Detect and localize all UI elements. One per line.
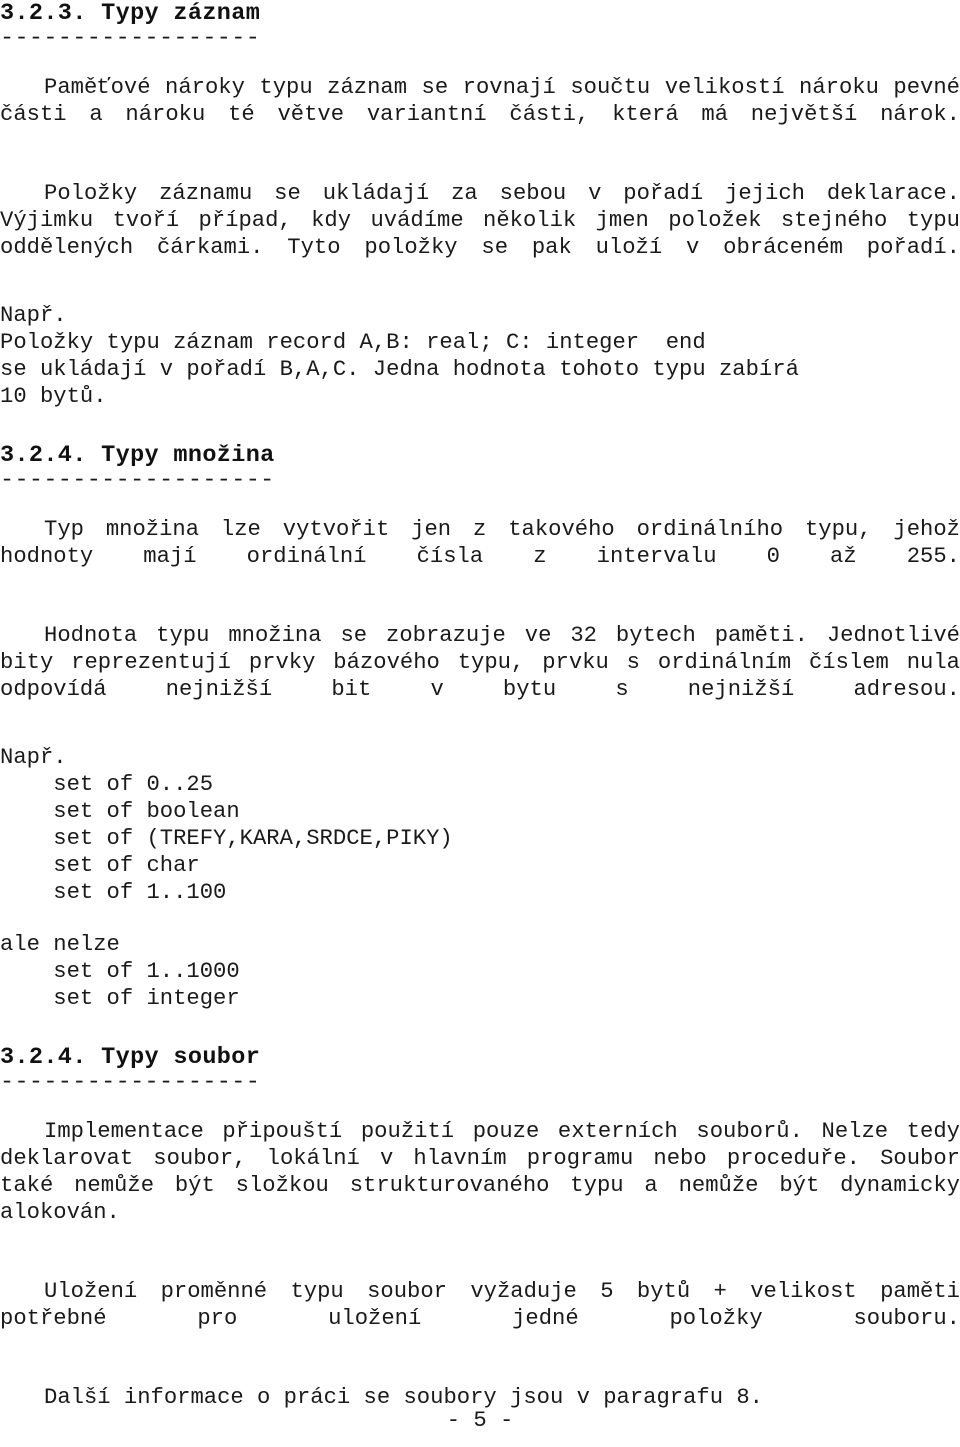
set-example-text: set of char [53,853,200,878]
set-example-line: set of integer [0,985,960,1012]
document-body: 3.2.3. Typy záznam ------------------ Pa… [0,0,960,1411]
set-example-line: set of 0..25 [0,771,960,798]
set-example-line: set of 1..100 [0,879,960,906]
section-heading: 3.2.4. Typy množina [0,442,275,469]
set-example-line: set of (TREFY,KARA,SRDCE,PIKY) [0,825,960,852]
example-line: 10 bytů. [0,384,107,409]
section-heading: 3.2.3. Typy záznam [0,0,261,27]
example-label: Např. [0,303,67,328]
paragraph-text: Uložení proměnné typu soubor vyžaduje 5 … [0,1279,960,1331]
paragraph-ulozeni-promenne: Uložení proměnné typu soubor vyžaduje 5 … [0,1278,960,1359]
heading-underline-rule: ------------------ [0,27,261,49]
paragraph-text: Hodnota typu množina se zobrazuje ve 32 … [0,623,960,702]
example-line: se ukládají v pořadí B,A,C. Jedna hodnot… [0,357,799,382]
set-example-line: set of char [0,852,960,879]
paragraph-text: Položky záznamu se ukládají za sebou v p… [0,181,960,260]
paragraph-pametove-naroky: Paměťové nároky typu záznam se rovnají s… [0,74,960,155]
paragraph-text: Typ množina lze vytvořit jen z takového … [0,517,960,569]
set-example-text: set of 1..1000 [53,959,240,984]
set-example-text: set of 0..25 [53,772,214,797]
paragraph-text: Paměťové nároky typu záznam se rovnají s… [0,75,960,127]
section-typy-soubor: 3.2.4. Typy soubor ------------------ Im… [0,1044,960,1411]
heading-underline-rule: ------------------- [0,469,275,491]
example-label: Např. [0,745,67,770]
set-example-text: set of (TREFY,KARA,SRDCE,PIKY) [53,826,453,851]
example-line: Položky typu záznam record A,B: real; C:… [0,330,706,355]
paragraph-implementace: Implementace připouští použití pouze ext… [0,1118,960,1253]
document-page: 3.2.3. Typy záznam ------------------ Pa… [0,0,960,1447]
section-heading: 3.2.4. Typy soubor [0,1044,261,1071]
paragraph-dalsi-informace: Další informace o práci se soubory jsou … [0,1384,960,1411]
page-number-footer: - 5 - [446,1408,514,1433]
set-example-line: set of boolean [0,798,960,825]
set-example-text: set of 1..100 [53,880,227,905]
set-example-text: set of boolean [53,799,240,824]
set-example-line: set of 1..1000 [0,958,960,985]
heading-underline-rule: ------------------ [0,1071,261,1093]
set-example-text: set of integer [53,986,240,1011]
section-typy-zaznam: 3.2.3. Typy záznam ------------------ Pa… [0,0,960,410]
not-allowed-label: ale nelze [0,932,120,957]
paragraph-text: Další informace o práci se soubory jsou … [44,1385,763,1410]
section-typy-mnozina: 3.2.4. Typy množina ------------------- … [0,442,960,1012]
paragraph-hodnota-mnozina: Hodnota typu množina se zobrazuje ve 32 … [0,622,960,730]
paragraph-typ-mnozina-ordinalni: Typ množina lze vytvořit jen z takového … [0,516,960,597]
paragraph-polozky-zaznamu: Položky záznamu se ukládají za sebou v p… [0,180,960,288]
paragraph-text: Implementace připouští použití pouze ext… [0,1119,960,1225]
